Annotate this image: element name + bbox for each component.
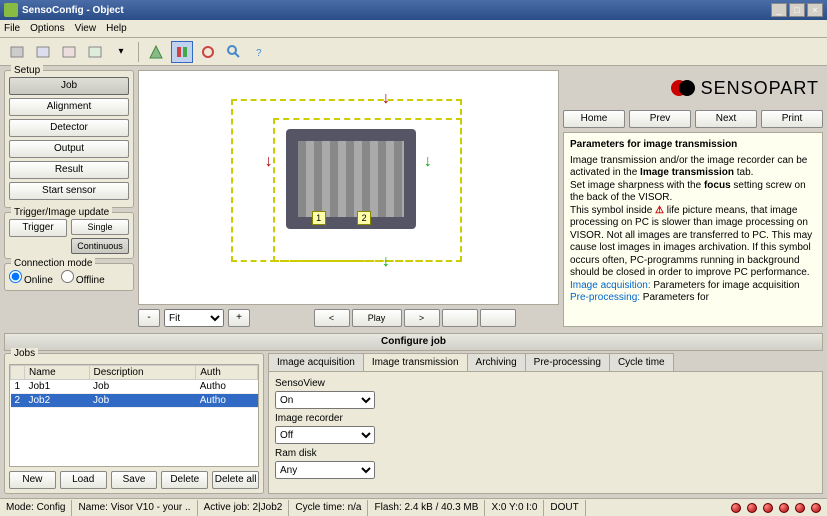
- status-xy: X:0 Y:0 I:0: [485, 500, 544, 516]
- led-icon: [731, 503, 741, 513]
- table-row[interactable]: 1Job1JobAutho: [11, 380, 258, 394]
- setup-alignment-button[interactable]: Alignment: [9, 98, 129, 116]
- status-mode: Config: [37, 502, 66, 513]
- nav-print-button[interactable]: Print: [761, 110, 823, 128]
- setup-job-button[interactable]: Job: [9, 77, 129, 95]
- ramdisk-label: Ram disk: [275, 448, 816, 459]
- nav-next-button[interactable]: Next: [695, 110, 757, 128]
- menu-file[interactable]: File: [4, 23, 20, 34]
- job-save-button[interactable]: Save: [111, 471, 158, 489]
- menu-help[interactable]: Help: [106, 23, 127, 34]
- job-deleteall-button[interactable]: Delete all: [212, 471, 259, 489]
- maximize-button[interactable]: □: [789, 3, 805, 17]
- play-button[interactable]: Play: [352, 309, 402, 327]
- tool-help[interactable]: ?: [249, 41, 271, 63]
- tool-search[interactable]: [223, 41, 245, 63]
- connection-online-radio[interactable]: Online: [9, 270, 53, 286]
- tab-archiving[interactable]: Archiving: [467, 353, 526, 371]
- tab-preprocessing[interactable]: Pre-processing: [525, 353, 610, 371]
- nav-home-button[interactable]: Home: [563, 110, 625, 128]
- help-panel: Parameters for image transmission Image …: [563, 132, 823, 327]
- recorder-select[interactable]: Off: [275, 426, 375, 444]
- trigger-button[interactable]: Trigger: [9, 219, 67, 237]
- jobs-legend: Jobs: [11, 348, 38, 359]
- tool-target[interactable]: [197, 41, 219, 63]
- led-icon: [763, 503, 773, 513]
- zoom-select[interactable]: Fit: [164, 309, 224, 327]
- status-flash: 2.4 kB / 40.3 MB: [405, 502, 479, 513]
- nav-prev-button[interactable]: Prev: [629, 110, 691, 128]
- jobs-col-name[interactable]: Name: [25, 366, 90, 380]
- tool-dropdown[interactable]: ▾: [110, 41, 132, 63]
- zoom-out-button[interactable]: -: [138, 309, 160, 327]
- sensoview-label: SensoView: [275, 378, 816, 389]
- play-next-button[interactable]: >: [404, 309, 440, 327]
- jobs-col-desc[interactable]: Description: [89, 366, 196, 380]
- trigger-single-button[interactable]: Single: [71, 219, 129, 235]
- status-dout-label: DOUT: [544, 500, 585, 516]
- setup-start-button[interactable]: Start sensor: [9, 182, 129, 200]
- help-title: Parameters for image transmission: [570, 139, 816, 152]
- status-cycle: n/a: [348, 502, 362, 513]
- brand-logo-icon: [671, 78, 695, 98]
- tool-shape[interactable]: [145, 41, 167, 63]
- configure-job-header: Configure job: [4, 333, 823, 351]
- trigger-continuous-button[interactable]: Continuous: [71, 238, 129, 254]
- minimize-button[interactable]: _: [771, 3, 787, 17]
- play-prev-button[interactable]: <: [314, 309, 350, 327]
- help-link-acquisition[interactable]: Image acquisition:: [570, 280, 651, 291]
- arrow-top-icon: ↓: [382, 90, 390, 108]
- arrow-left-icon: ↓: [265, 153, 273, 171]
- play-extra2-button[interactable]: [480, 309, 516, 327]
- warning-icon: ⚠: [655, 205, 664, 216]
- tab-image-transmission[interactable]: Image transmission: [363, 353, 468, 371]
- tool-1[interactable]: [6, 41, 28, 63]
- jobs-col-auth[interactable]: Auth: [196, 366, 258, 380]
- arrow-right-green-icon: ↓: [424, 153, 432, 171]
- svg-text:?: ?: [256, 48, 262, 59]
- connection-offline-radio[interactable]: Offline: [61, 270, 105, 286]
- jobs-table[interactable]: Name Description Auth 1Job1JobAutho 2Job…: [9, 364, 259, 467]
- arrow-bottom-green-icon: ↓: [382, 253, 390, 271]
- zoom-in-button[interactable]: +: [228, 309, 250, 327]
- status-leds: [731, 503, 827, 513]
- tool-4[interactable]: [84, 41, 106, 63]
- setup-result-button[interactable]: Result: [9, 161, 129, 179]
- sensor-image: 1 2: [286, 129, 416, 229]
- tool-2[interactable]: [32, 41, 54, 63]
- tool-3[interactable]: [58, 41, 80, 63]
- status-job: 2|Job2: [253, 502, 283, 513]
- setup-detector-button[interactable]: Detector: [9, 119, 129, 137]
- job-new-button[interactable]: New: [9, 471, 56, 489]
- app-icon: [4, 3, 18, 17]
- tab-image-acquisition[interactable]: Image acquisition: [268, 353, 364, 371]
- led-icon: [795, 503, 805, 513]
- job-load-button[interactable]: Load: [60, 471, 107, 489]
- recorder-label: Image recorder: [275, 413, 816, 424]
- window-title: SensoConfig - Object: [22, 5, 771, 16]
- menu-view[interactable]: View: [75, 23, 97, 34]
- image-viewer[interactable]: 1 2 ↓ ↓ ↓ ↓: [138, 70, 559, 305]
- tool-roi[interactable]: [171, 41, 193, 63]
- sensoview-select[interactable]: On: [275, 391, 375, 409]
- close-button[interactable]: ×: [807, 3, 823, 17]
- setup-legend: Setup: [11, 65, 43, 76]
- status-name: Visor V10 - your ..: [111, 502, 191, 513]
- job-delete-button[interactable]: Delete: [161, 471, 208, 489]
- ramdisk-select[interactable]: Any: [275, 461, 375, 479]
- setup-output-button[interactable]: Output: [9, 140, 129, 158]
- led-icon: [779, 503, 789, 513]
- connection-legend: Connection mode: [11, 258, 95, 269]
- tab-cycle-time[interactable]: Cycle time: [609, 353, 674, 371]
- led-icon: [811, 503, 821, 513]
- help-link-preprocessing[interactable]: Pre-processing:: [570, 292, 640, 303]
- trigger-legend: Trigger/Image update: [11, 207, 112, 218]
- play-extra1-button[interactable]: [442, 309, 478, 327]
- brand-name: SENSOPART: [701, 78, 819, 99]
- led-icon: [747, 503, 757, 513]
- menu-options[interactable]: Options: [30, 23, 64, 34]
- table-row[interactable]: 2Job2JobAutho: [11, 394, 258, 408]
